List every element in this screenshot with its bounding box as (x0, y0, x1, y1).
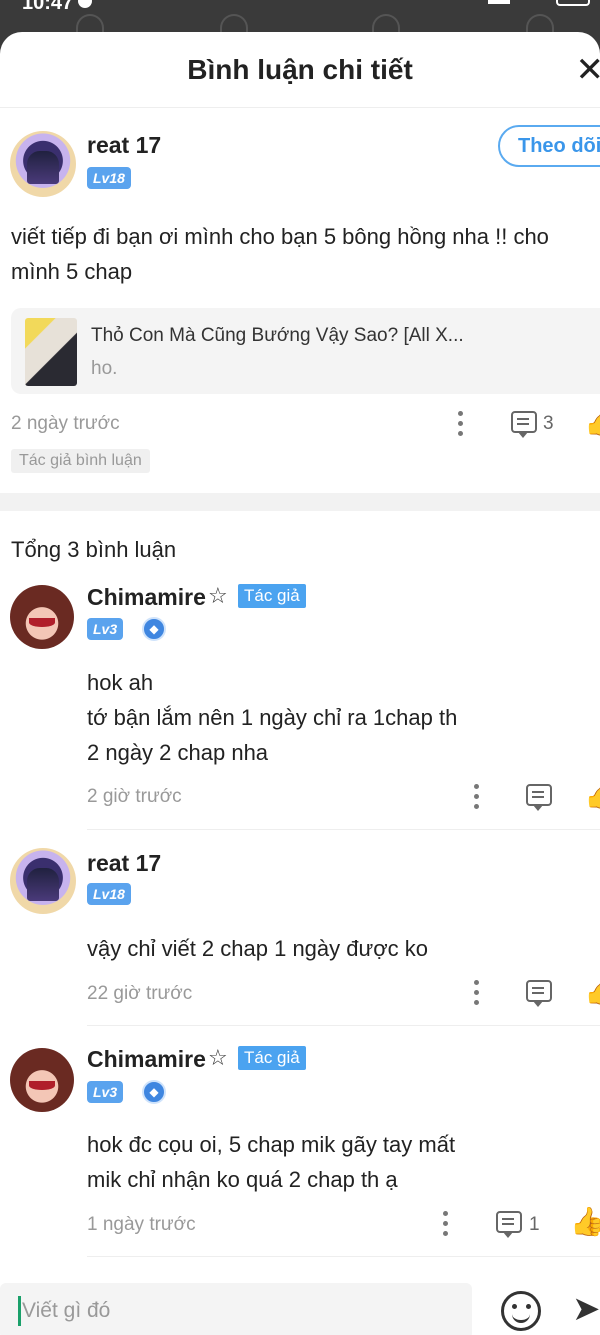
signal-icon (488, 0, 510, 4)
reply-icon[interactable] (496, 1211, 522, 1238)
section-divider (0, 493, 600, 511)
background-thumb-icon (76, 14, 104, 32)
story-title: Thỏ Con Mà Cũng Bướng Vậy Sao? [All X... (91, 325, 464, 346)
comment-text: 2 ngày 2 chap nha (87, 740, 269, 765)
comment-text: mình 5 chap (11, 259, 133, 284)
comment-text: hok ah (87, 670, 154, 695)
story-card[interactable]: Thỏ Con Mà Cũng Bướng Vậy Sao? [All X...… (11, 308, 600, 394)
avatar[interactable] (10, 585, 74, 649)
background-cat-icon (526, 14, 554, 32)
reply-separator (87, 1256, 600, 1257)
reply-icon[interactable] (526, 784, 552, 811)
comment-input[interactable]: Viết gì đó (0, 1283, 472, 1335)
comment-text: tớ bận lắm nên 1 ngày chỉ ra 1chap th (87, 705, 458, 730)
background-heart-icon (220, 14, 248, 32)
like-icon[interactable]: 👍 (584, 405, 600, 438)
notification-icon (78, 0, 92, 8)
level-badge: Lv3 (87, 1081, 124, 1103)
comment-text: vậy chỉ viết 2 chap 1 ngày được ko (87, 936, 428, 961)
follow-button[interactable]: Theo dõi (498, 125, 600, 167)
star-icon: ☆ (208, 1045, 228, 1070)
comment-time: 2 ngày trước (11, 413, 120, 434)
battery-icon: 76 (556, 0, 590, 6)
medal-icon: ◆ (142, 1080, 166, 1104)
comment-text: mik chỉ nhận ko quá 2 chap th ạ (87, 1167, 398, 1192)
clock: 10:47 (22, 0, 74, 14)
comment-input-bar: Viết gì đó ➤ (0, 1277, 600, 1335)
author-badge: Tác giả (238, 584, 306, 608)
like-icon[interactable]: 👍 (570, 1205, 600, 1238)
reply-count: 3 (543, 413, 554, 434)
reply-count: 1 (529, 1214, 540, 1235)
medal-icon: ◆ (142, 617, 166, 641)
input-placeholder: Viết gì đó (22, 1299, 111, 1322)
total-comments: Tổng 3 bình luận (11, 537, 177, 562)
level-badge: Lv18 (87, 167, 131, 189)
story-subtitle: ho. (91, 358, 118, 379)
more-icon[interactable] (474, 980, 480, 1006)
page-title: Bình luận chi tiết (187, 54, 413, 85)
story-cover (25, 318, 77, 386)
level-badge: Lv18 (87, 883, 131, 905)
avatar[interactable] (10, 131, 76, 197)
text-caret (18, 1296, 21, 1326)
send-icon[interactable]: ➤ (572, 1289, 600, 1329)
like-icon[interactable]: 👍 (584, 974, 600, 1007)
reply-separator (87, 829, 600, 830)
commenter-name[interactable]: reat 17 (87, 850, 161, 877)
reply-separator (87, 1025, 600, 1026)
header: Bình luận chi tiết ✕ (0, 32, 600, 108)
commenter-name[interactable]: Chimamire (87, 1046, 206, 1073)
comment-time: 22 giờ trước (87, 983, 193, 1004)
level-badge: Lv3 (87, 618, 124, 640)
comment-text: viết tiếp đi bạn ơi mình cho bạn 5 bông … (11, 224, 549, 249)
comment-text: hok đc cọu oi, 5 chap mik gãy tay mất (87, 1132, 456, 1157)
close-icon[interactable]: ✕ (576, 50, 600, 90)
emoji-icon[interactable] (501, 1291, 541, 1331)
avatar[interactable] (10, 1048, 74, 1112)
more-icon[interactable] (474, 784, 480, 810)
like-icon[interactable]: 👍 (584, 778, 600, 811)
more-icon[interactable] (443, 1211, 449, 1237)
star-icon: ☆ (208, 583, 228, 608)
author-comment-tag: Tác giả bình luận (11, 449, 150, 473)
avatar[interactable] (10, 848, 76, 914)
commenter-name[interactable]: Chimamire (87, 584, 206, 611)
commenter-name[interactable]: reat 17 (87, 132, 161, 159)
more-icon[interactable] (458, 411, 464, 437)
background-gift-icon (372, 14, 400, 32)
comment-time: 2 giờ trước (87, 786, 182, 807)
author-badge: Tác giả (238, 1046, 306, 1070)
comment-detail-sheet: Bình luận chi tiết ✕ reat 17 Lv18 Theo d… (0, 32, 600, 1335)
reply-icon[interactable] (526, 980, 552, 1007)
reply-icon[interactable] (511, 411, 537, 438)
comment-time: 1 ngày trước (87, 1214, 196, 1235)
